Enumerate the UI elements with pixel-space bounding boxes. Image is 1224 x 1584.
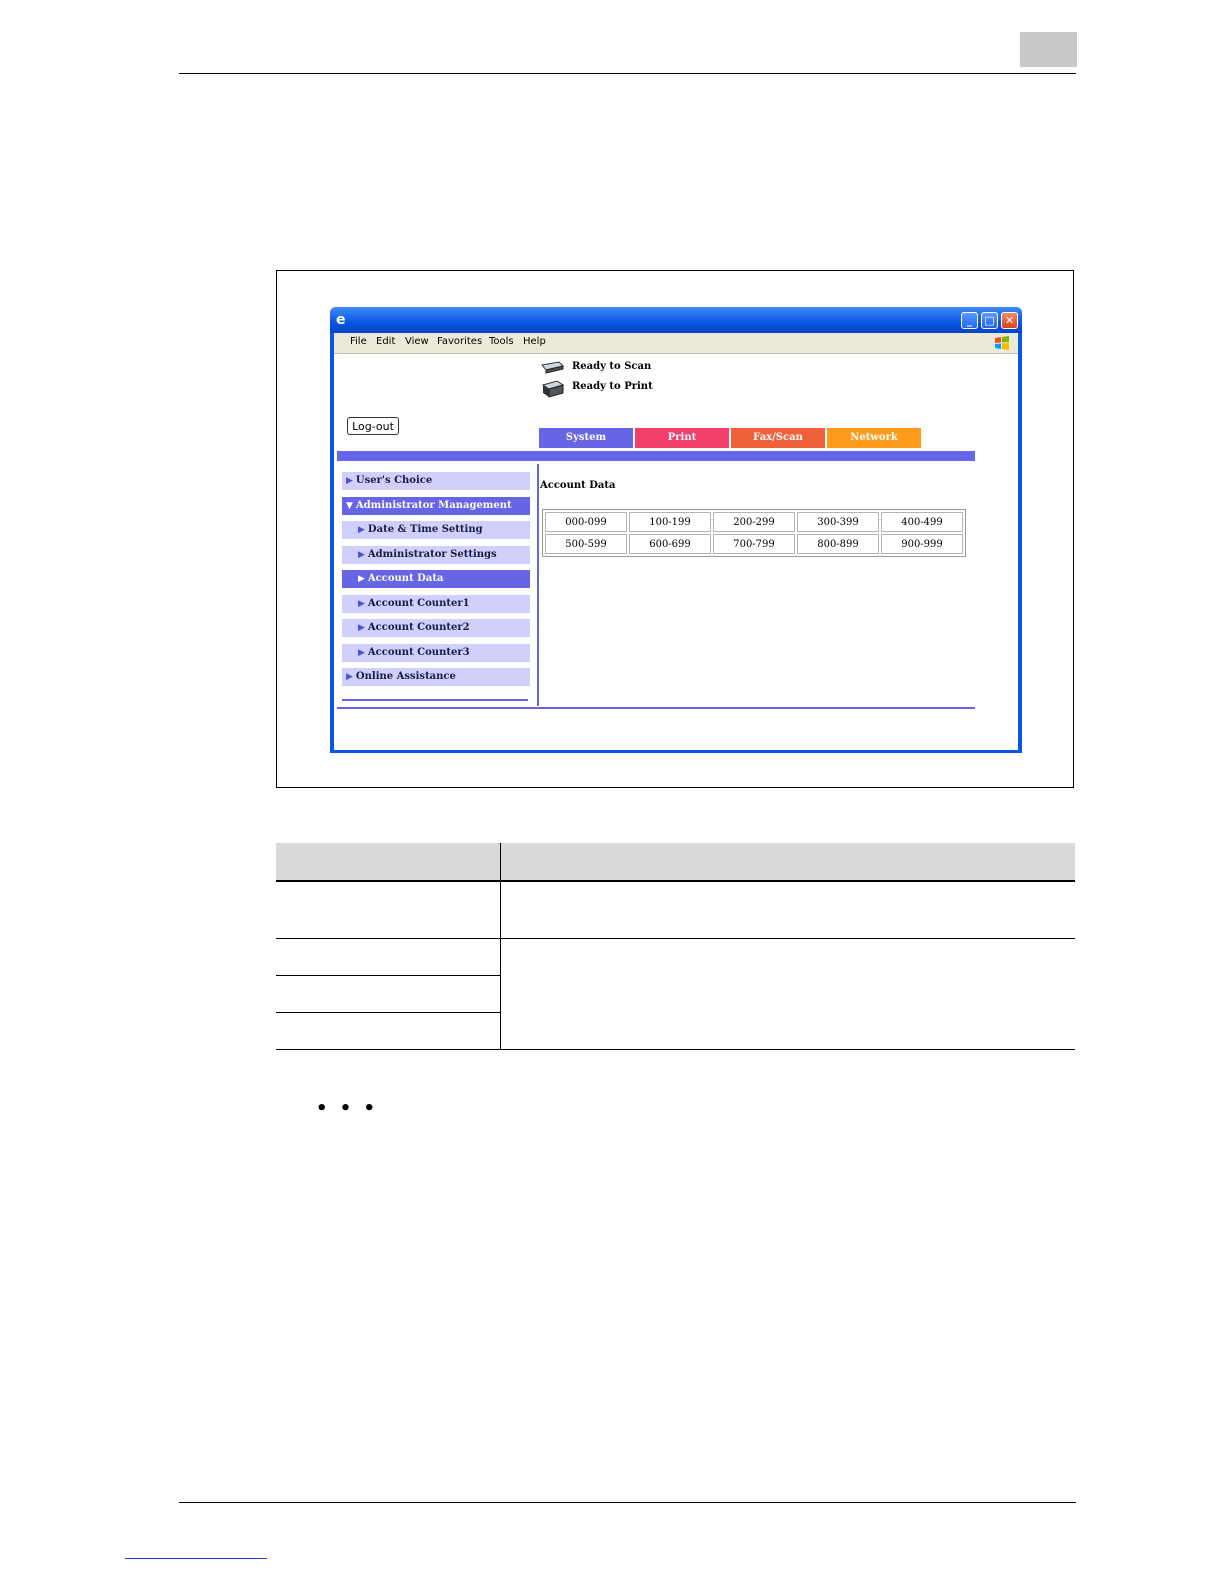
table-header-rule: [276, 880, 1075, 882]
menu-favorites[interactable]: Favorites: [437, 336, 482, 347]
sidebar-item-label: User's Choice: [355, 475, 433, 486]
menu-help[interactable]: Help: [523, 336, 546, 347]
sidebar-item[interactable]: ▶ Account Counter2: [342, 619, 530, 637]
triangle-right-icon: ▶: [358, 525, 365, 535]
maximize-button[interactable]: □: [981, 312, 998, 329]
range-link[interactable]: 900-999: [881, 534, 963, 554]
sidebar-item-label: Account Data: [367, 573, 444, 584]
ie-icon: e: [336, 312, 346, 328]
footer-bar: [337, 707, 975, 709]
menu-file[interactable]: File: [350, 336, 367, 347]
header-rule: [179, 73, 1076, 74]
windows-logo-icon: [995, 336, 1009, 350]
tab-network[interactable]: Network: [827, 428, 921, 448]
table-header: [276, 843, 1075, 880]
table-row-rule: [276, 975, 500, 976]
sidebar-item-label: Administrator Settings: [367, 548, 497, 560]
sidebar-item[interactable]: ▶ Account Data: [342, 570, 530, 588]
minimize-button[interactable]: _: [961, 312, 978, 329]
sidebar-item-label: Online Assistance: [355, 671, 456, 682]
footer-rule: [179, 1502, 1076, 1503]
menu-bar: File Edit View Favorites Tools Help: [334, 333, 1018, 354]
table-bottom-rule: [276, 1049, 1075, 1050]
printer-icon: [541, 380, 565, 398]
browser-window: e _ □ ✕ File Edit View Favorites Tools H…: [330, 307, 1022, 753]
sidebar-item[interactable]: ▼ Administrator Management: [342, 496, 530, 515]
range-link[interactable]: 200-299: [713, 512, 795, 532]
scanner-icon: [541, 361, 564, 374]
sidebar-item-label: Account Counter3: [367, 646, 470, 658]
triangle-right-icon: ▶: [346, 476, 353, 486]
triangle-right-icon: ▶: [358, 574, 365, 584]
sidebar-item[interactable]: ▶ Online Assistance: [342, 668, 530, 686]
table-row-rule: [276, 1012, 500, 1013]
page-title: Account Data: [540, 480, 616, 491]
menu-view[interactable]: View: [405, 336, 429, 347]
table-row: 500-599 600-699 700-799 800-899 900-999: [545, 534, 963, 554]
table-row-rule: [276, 938, 1075, 939]
header-bar: [337, 451, 975, 461]
range-link[interactable]: 300-399: [797, 512, 879, 532]
sidebar-item-label: Account Counter2: [367, 622, 470, 633]
page-content: Ready to Scan Ready to Print Log-out Sys…: [334, 354, 1018, 750]
range-link[interactable]: 400-499: [881, 512, 963, 532]
footer-link-underline: [125, 1558, 267, 1559]
range-link[interactable]: 000-099: [545, 512, 627, 532]
logout-button[interactable]: Log-out: [347, 417, 399, 435]
sidebar-item[interactable]: ▶ Account Counter1: [342, 594, 530, 613]
range-link[interactable]: 700-799: [713, 534, 795, 554]
title-bar: e _ □ ✕: [330, 307, 1022, 333]
account-range-table: 000-099 100-199 200-299 300-399 400-499 500-5…: [542, 509, 966, 557]
menu-edit[interactable]: Edit: [376, 336, 395, 347]
triangle-right-icon: ▶: [358, 647, 365, 658]
table-column-rule: [500, 843, 501, 1050]
sidebar-item-label: Administrator Management: [355, 499, 512, 511]
menu-tools[interactable]: Tools: [489, 336, 514, 347]
sidebar-bottom-rule: [342, 699, 528, 701]
tab-system[interactable]: System: [539, 428, 633, 448]
continuation-marker: • • •: [316, 1098, 379, 1119]
range-link[interactable]: 600-699: [629, 534, 711, 554]
triangle-right-icon: ▶: [358, 598, 365, 609]
sidebar-item[interactable]: ▶ Administrator Settings: [342, 545, 530, 564]
content-divider: [537, 464, 539, 706]
triangle-right-icon: ▶: [358, 623, 365, 633]
sidebar-item[interactable]: ▶ Date & Time Setting: [342, 521, 530, 539]
chapter-tab-box: [1020, 32, 1077, 67]
sidebar-item[interactable]: ▶ User's Choice: [342, 472, 530, 490]
sidebar-item-label: Account Counter1: [367, 597, 470, 609]
triangle-right-icon: ▶: [358, 549, 365, 560]
sidebar-item-label: Date & Time Setting: [367, 524, 483, 535]
range-link[interactable]: 800-899: [797, 534, 879, 554]
table-row: 000-099 100-199 200-299 300-399 400-499: [545, 512, 963, 532]
sidebar-item[interactable]: ▶ Account Counter3: [342, 643, 530, 662]
range-link[interactable]: 500-599: [545, 534, 627, 554]
triangle-right-icon: ▶: [346, 672, 353, 682]
status-scan: Ready to Scan: [572, 361, 652, 372]
close-button[interactable]: ✕: [1001, 312, 1018, 329]
tab-fax-scan[interactable]: Fax/Scan: [731, 428, 825, 448]
triangle-down-icon: ▼: [346, 500, 353, 511]
range-link[interactable]: 100-199: [629, 512, 711, 532]
status-print: Ready to Print: [572, 381, 653, 392]
tab-print[interactable]: Print: [635, 428, 729, 448]
